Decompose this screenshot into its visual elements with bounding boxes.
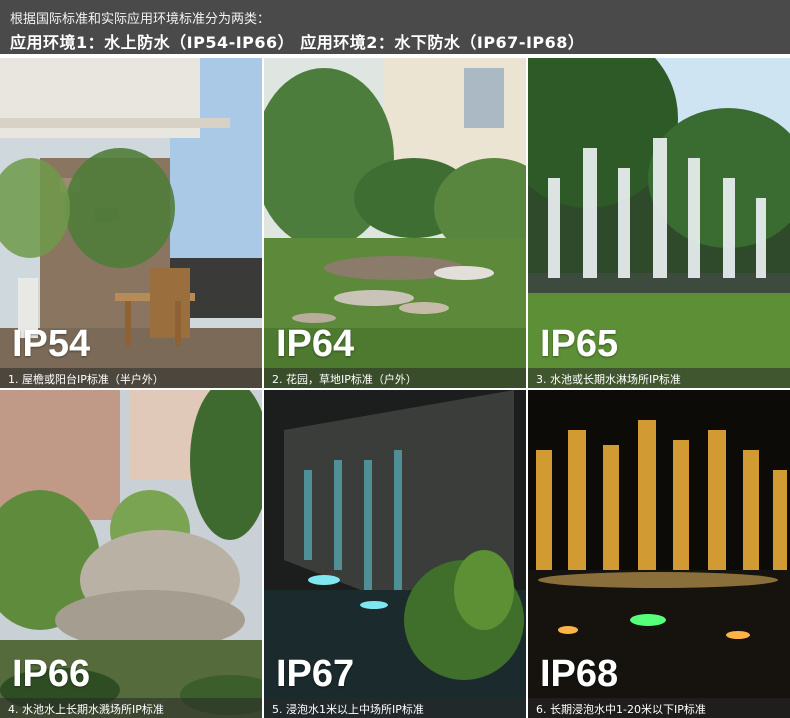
tile-caption-bar: 4. 水池水上长期水溅场所IP标准	[0, 698, 262, 718]
header-intro-text: 根据国际标准和实际应用环境标准分为两类：	[10, 12, 271, 27]
tile-caption: 1. 屋檐或阳台IP标准（半户外）	[8, 373, 164, 386]
tile-caption: 5. 浸泡水1米以上中场所IP标准	[272, 703, 424, 716]
ip-code-label: IP66	[12, 653, 91, 695]
tile-caption-bar: 6. 长期浸泡水中1-20米以下IP标准	[528, 698, 790, 718]
ip-code-label: IP68	[540, 653, 619, 695]
tile-ip66: IP66 4. 水池水上长期水溅场所IP标准	[0, 390, 262, 718]
tile-caption-bar: 5. 浸泡水1米以上中场所IP标准	[264, 698, 526, 718]
tile-caption: 3. 水池或长期水淋场所IP标准	[536, 373, 681, 386]
tile-caption-bar: 3. 水池或长期水淋场所IP标准	[528, 368, 790, 388]
header-environments-text: 应用环境1：水上防水（IP54-IP66） 应用环境2：水下防水（IP67-IP…	[10, 33, 585, 52]
page: 根据国际标准和实际应用环境标准分为两类： 应用环境1：水上防水（IP54-IP6…	[0, 0, 790, 718]
tile-ip65: IP65 3. 水池或长期水淋场所IP标准	[528, 58, 790, 388]
tile-ip67: IP67 5. 浸泡水1米以上中场所IP标准	[264, 390, 526, 718]
tile-caption-bar: 1. 屋檐或阳台IP标准（半户外）	[0, 368, 262, 388]
tile-ip68: IP68 6. 长期浸泡水中1-20米以下IP标准	[528, 390, 790, 718]
tile-caption: 2. 花园，草地IP标准（户外）	[272, 373, 417, 386]
tile-ip54: IP54 1. 屋檐或阳台IP标准（半户外）	[0, 58, 262, 388]
header-banner: 根据国际标准和实际应用环境标准分为两类： 应用环境1：水上防水（IP54-IP6…	[0, 0, 790, 54]
tile-caption: 4. 水池水上长期水溅场所IP标准	[8, 703, 164, 716]
tile-caption: 6. 长期浸泡水中1-20米以下IP标准	[536, 703, 706, 716]
ip-code-label: IP65	[540, 323, 619, 365]
ip-code-label: IP64	[276, 323, 355, 365]
ip-code-label: IP54	[12, 323, 91, 365]
ip-code-label: IP67	[276, 653, 355, 695]
tile-caption-bar: 2. 花园，草地IP标准（户外）	[264, 368, 526, 388]
tile-ip64: IP64 2. 花园，草地IP标准（户外）	[264, 58, 526, 388]
